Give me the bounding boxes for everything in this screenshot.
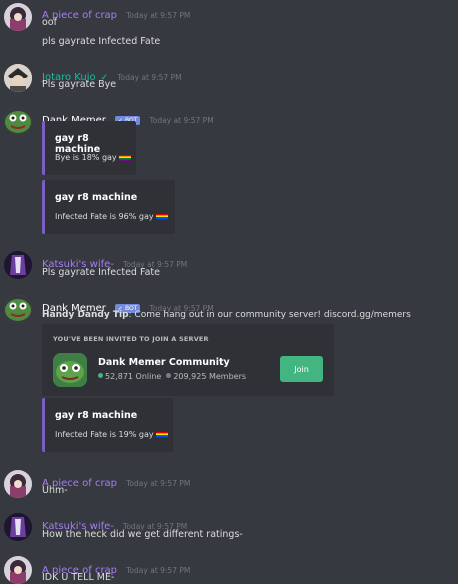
timestamp: Today at 9:57 PM: [149, 116, 214, 125]
message-text: How the heck did we get different rating…: [42, 529, 243, 540]
message-text: pls gayrate Infected Fate: [42, 36, 161, 47]
tip-text: : Come hang out in our community server!…: [128, 310, 411, 320]
message-text: oof: [42, 17, 57, 28]
online-dot-icon: [98, 373, 103, 378]
embed-description: Infected Fate is 19% gay: [55, 430, 154, 439]
message-text: Uhm-: [42, 485, 68, 496]
member-count: 209,925 Members: [173, 372, 247, 381]
embed-description: Bye is 18% gay: [55, 153, 117, 162]
online-count: 52,871 Online: [105, 372, 162, 381]
members-dot-icon: [166, 373, 172, 378]
tip-label: Handy Dandy Tip: [42, 310, 129, 320]
server-invite: YOU'VE BEEN INVITED TO JOIN A SERVER Dan…: [42, 324, 334, 396]
avatar[interactable]: [4, 513, 32, 541]
embed: gay r8 machine Infected Fate is 96% gay: [42, 180, 175, 234]
timestamp: Today at 9:57 PM: [126, 479, 191, 488]
message-text: Pls gayrate Infected Fate: [42, 267, 160, 278]
rainbow-flag-icon: [156, 214, 169, 220]
rainbow-flag-icon: [156, 432, 169, 438]
avatar[interactable]: [4, 107, 32, 135]
timestamp: Today at 9:57 PM: [126, 11, 191, 20]
embed-title: gay r8 machine: [55, 133, 101, 155]
avatar[interactable]: [4, 64, 32, 92]
embed: gay r8 machine Bye is 18% gay: [42, 121, 136, 175]
invite-header: YOU'VE BEEN INVITED TO JOIN A SERVER: [53, 335, 209, 343]
embed-title: gay r8 machine: [55, 192, 138, 203]
embed: gay r8 machine Infected Fate is 19% gay: [42, 398, 173, 452]
message-text: IDK U TELL ME-: [42, 572, 115, 583]
avatar[interactable]: [4, 251, 32, 279]
join-button[interactable]: Join: [280, 356, 323, 382]
avatar[interactable]: [4, 295, 32, 323]
avatar[interactable]: [4, 470, 32, 498]
server-name: Dank Memer Community: [98, 357, 230, 368]
timestamp: Today at 9:57 PM: [117, 73, 182, 82]
rainbow-flag-icon: [119, 155, 132, 161]
timestamp: Today at 9:57 PM: [126, 566, 191, 575]
embed-description: Infected Fate is 96% gay: [55, 212, 154, 221]
avatar[interactable]: [4, 3, 32, 31]
embed-title: gay r8 machine: [55, 410, 138, 421]
message-text: Pls gayrate Bye: [42, 79, 117, 90]
avatar[interactable]: [4, 556, 32, 584]
server-icon[interactable]: [53, 353, 87, 387]
